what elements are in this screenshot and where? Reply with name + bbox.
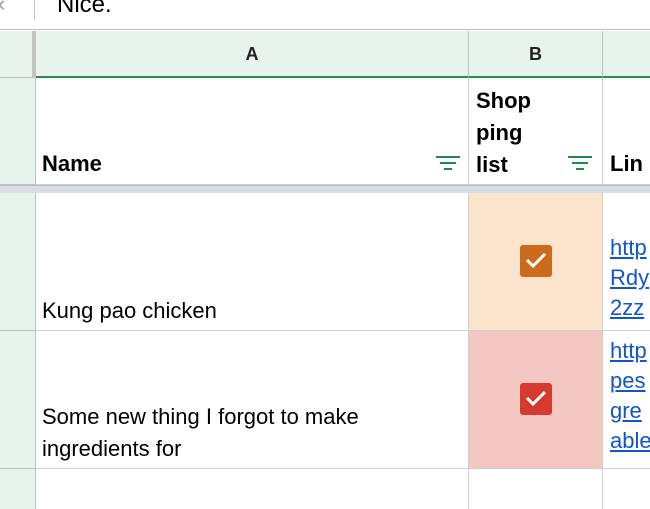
- recipe-link-line[interactable]: pes: [610, 366, 650, 396]
- shopping-list-header-line: list: [476, 152, 508, 177]
- formula-input[interactable]: Nice.: [57, 0, 112, 20]
- row-header-3[interactable]: [0, 331, 36, 469]
- column-header-b[interactable]: B: [469, 31, 603, 78]
- shopping-list-header-line: Shop: [476, 88, 531, 113]
- row-header-2[interactable]: [0, 193, 36, 331]
- cell-c3[interactable]: http pes gre able: [603, 331, 650, 469]
- cell-c2[interactable]: http Rdy 2zz: [603, 193, 650, 331]
- recipe-link-line[interactable]: http: [610, 336, 650, 366]
- recipe-link[interactable]: http Rdy 2zz: [610, 233, 649, 323]
- recipe-link-line[interactable]: http: [610, 233, 649, 263]
- column-header-c[interactable]: [603, 31, 650, 78]
- cell-b2[interactable]: [469, 193, 603, 331]
- cell-b3[interactable]: [469, 331, 603, 469]
- column-header-a[interactable]: A: [36, 31, 469, 78]
- cell-b4[interactable]: [469, 469, 603, 509]
- recipe-link-line[interactable]: gre: [610, 396, 650, 426]
- cell-c4[interactable]: [603, 469, 650, 509]
- select-all-corner[interactable]: [0, 31, 36, 78]
- cell-a3[interactable]: Some new thing I forgot to make ingredie…: [36, 331, 469, 469]
- link-header-label: Lin: [610, 151, 643, 176]
- cell-b1[interactable]: Shop ping list: [469, 78, 603, 185]
- recipe-link-line[interactable]: 2zz: [610, 293, 649, 323]
- shopping-list-checkbox[interactable]: [520, 245, 552, 277]
- cell-a2[interactable]: Kung pao chicken: [36, 193, 469, 331]
- recipe-link-line[interactable]: Rdy: [610, 263, 649, 293]
- cell-c1[interactable]: Lin: [603, 78, 650, 185]
- recipe-link[interactable]: http pes gre able: [610, 336, 650, 456]
- shopping-list-header-label: Shop ping list: [476, 85, 531, 181]
- recipe-name: Some new thing I forgot to make ingredie…: [42, 404, 359, 461]
- shopping-list-checkbox[interactable]: [520, 383, 552, 415]
- row-header-4[interactable]: [0, 469, 36, 509]
- filter-icon[interactable]: [436, 155, 460, 173]
- formula-bar-divider: [34, 0, 35, 20]
- name-header-label: Name: [42, 151, 102, 176]
- row-header-1[interactable]: [0, 78, 36, 185]
- recipe-name: Kung pao chicken: [42, 298, 217, 323]
- checkmark-icon: [525, 390, 547, 407]
- cell-a1[interactable]: Name: [36, 78, 469, 185]
- chevron-left-icon[interactable]: ‹: [0, 0, 18, 16]
- checkmark-icon: [525, 252, 547, 269]
- frozen-rows-divider[interactable]: [0, 185, 650, 193]
- recipe-link-line[interactable]: able: [610, 426, 650, 456]
- filter-icon[interactable]: [568, 155, 592, 173]
- cell-a4[interactable]: [36, 469, 469, 509]
- shopping-list-header-line: ping: [476, 120, 523, 145]
